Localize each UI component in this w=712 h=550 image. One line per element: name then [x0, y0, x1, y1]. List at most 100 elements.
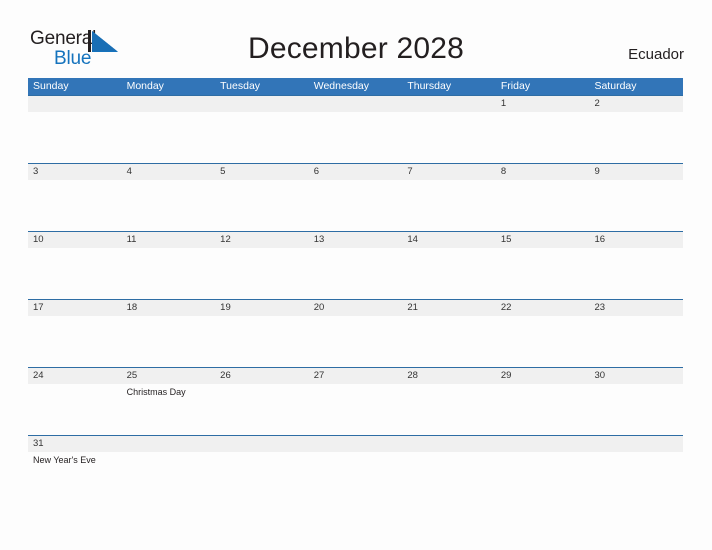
day-cell[interactable]	[28, 96, 122, 163]
day-cell[interactable]: 28	[402, 368, 496, 435]
day-cell[interactable]: 8	[496, 164, 590, 231]
day-cell[interactable]	[309, 436, 403, 480]
day-cell[interactable]: 20	[309, 300, 403, 367]
day-number: 25	[126, 370, 138, 381]
day-number: 18	[126, 302, 138, 313]
day-cell[interactable]: 3	[28, 164, 122, 231]
day-number: 16	[594, 234, 606, 245]
day-cell[interactable]: 1	[496, 96, 590, 163]
day-number: 21	[407, 302, 418, 313]
day-cell[interactable]: 27	[309, 368, 403, 435]
day-number: 30	[594, 370, 606, 381]
day-cell[interactable]: 24	[28, 368, 122, 435]
week-row: 17 18 19 20 21 22 23	[28, 299, 683, 367]
weekday-header-monday: Monday	[126, 80, 164, 92]
day-number: 11	[126, 234, 137, 245]
day-number	[594, 436, 683, 452]
weekday-header-wednesday: Wednesday	[313, 80, 369, 92]
day-cell[interactable]	[589, 436, 683, 480]
day-cell[interactable]: 18	[122, 300, 216, 367]
weekday-header-row: Sunday Monday Tuesday Wednesday Thursday…	[28, 78, 683, 95]
day-number: 7	[407, 166, 413, 177]
day-cell[interactable]: 11	[122, 232, 216, 299]
day-cell[interactable]	[402, 436, 496, 480]
day-cell[interactable]	[402, 96, 496, 163]
day-number: 8	[500, 166, 507, 177]
day-number: 10	[33, 234, 44, 245]
day-number: 4	[126, 166, 132, 177]
day-cell[interactable]: 9	[589, 164, 683, 231]
weekday-header-saturday: Saturday	[594, 80, 637, 92]
day-cell[interactable]	[309, 96, 403, 163]
day-cell[interactable]: 7	[402, 164, 496, 231]
day-cell[interactable]	[496, 436, 590, 480]
day-number: 12	[220, 234, 231, 245]
day-cell[interactable]: 15	[496, 232, 590, 299]
day-number: 2	[594, 98, 600, 109]
weekday-header-tuesday: Tuesday	[220, 80, 261, 92]
day-number	[407, 436, 496, 452]
week-row: 1 2	[28, 95, 683, 163]
day-number	[220, 96, 309, 112]
day-number	[127, 96, 216, 112]
day-cell[interactable]	[122, 436, 216, 480]
day-number	[501, 436, 590, 452]
day-number: 15	[500, 234, 512, 245]
day-number: 29	[500, 370, 512, 381]
day-number: 28	[407, 370, 418, 381]
day-number: 24	[33, 370, 44, 381]
day-cell[interactable]: 5	[215, 164, 309, 231]
day-event: Christmas Day	[126, 387, 186, 397]
day-cell[interactable]: 23	[589, 300, 683, 367]
day-cell[interactable]: 16	[589, 232, 683, 299]
week-row: 3 4 5 6 7 8 9	[28, 163, 683, 231]
day-number: 20	[313, 302, 325, 313]
day-cell[interactable]: 29	[496, 368, 590, 435]
day-number: 1	[500, 98, 507, 109]
day-number: 27	[313, 370, 325, 381]
day-number: 9	[594, 166, 600, 177]
day-cell[interactable]	[122, 96, 216, 163]
day-number: 6	[313, 166, 320, 177]
day-cell[interactable]: 2	[589, 96, 683, 163]
day-cell[interactable]: 17	[28, 300, 122, 367]
day-number	[220, 436, 309, 452]
day-cell[interactable]: 31 New Year's Eve	[28, 436, 122, 480]
day-cell[interactable]: 22	[496, 300, 590, 367]
week-row: 24 25 Christmas Day 26 27 28 29 30	[28, 367, 683, 435]
weekday-header-sunday: Sunday	[33, 80, 69, 92]
day-cell[interactable]: 6	[309, 164, 403, 231]
week-row: 31 New Year's Eve	[28, 435, 683, 480]
day-cell[interactable]: 26	[215, 368, 309, 435]
week-row: 10 11 12 13 14 15 16	[28, 231, 683, 299]
day-number	[407, 96, 496, 112]
day-number: 19	[220, 302, 231, 313]
day-event: New Year's Eve	[33, 455, 96, 465]
day-cell[interactable]	[215, 436, 309, 480]
day-cell[interactable]: 21	[402, 300, 496, 367]
day-number	[33, 96, 122, 112]
day-number: 13	[313, 234, 325, 245]
day-cell[interactable]: 4	[122, 164, 216, 231]
day-cell[interactable]: 14	[402, 232, 496, 299]
day-cell[interactable]: 30	[589, 368, 683, 435]
day-number	[314, 96, 403, 112]
day-number: 23	[594, 302, 606, 313]
day-cell[interactable]: 12	[215, 232, 309, 299]
day-cell[interactable]	[215, 96, 309, 163]
day-cell[interactable]: 13	[309, 232, 403, 299]
day-cell[interactable]: 25 Christmas Day	[122, 368, 216, 435]
day-number: 22	[500, 302, 512, 313]
calendar-page: General Blue December 2028 Ecuador Sunda…	[0, 0, 712, 550]
country-label: Ecuador	[628, 46, 684, 63]
page-title: December 2028	[247, 32, 465, 65]
day-number	[127, 436, 216, 452]
weekday-header-friday: Friday	[500, 80, 531, 92]
day-number: 17	[33, 302, 44, 313]
page-header: General Blue December 2028 Ecuador	[0, 0, 712, 78]
weekday-header-thursday: Thursday	[407, 80, 452, 92]
day-number: 31	[33, 438, 44, 449]
day-cell[interactable]: 10	[28, 232, 122, 299]
day-number	[314, 436, 403, 452]
day-cell[interactable]: 19	[215, 300, 309, 367]
